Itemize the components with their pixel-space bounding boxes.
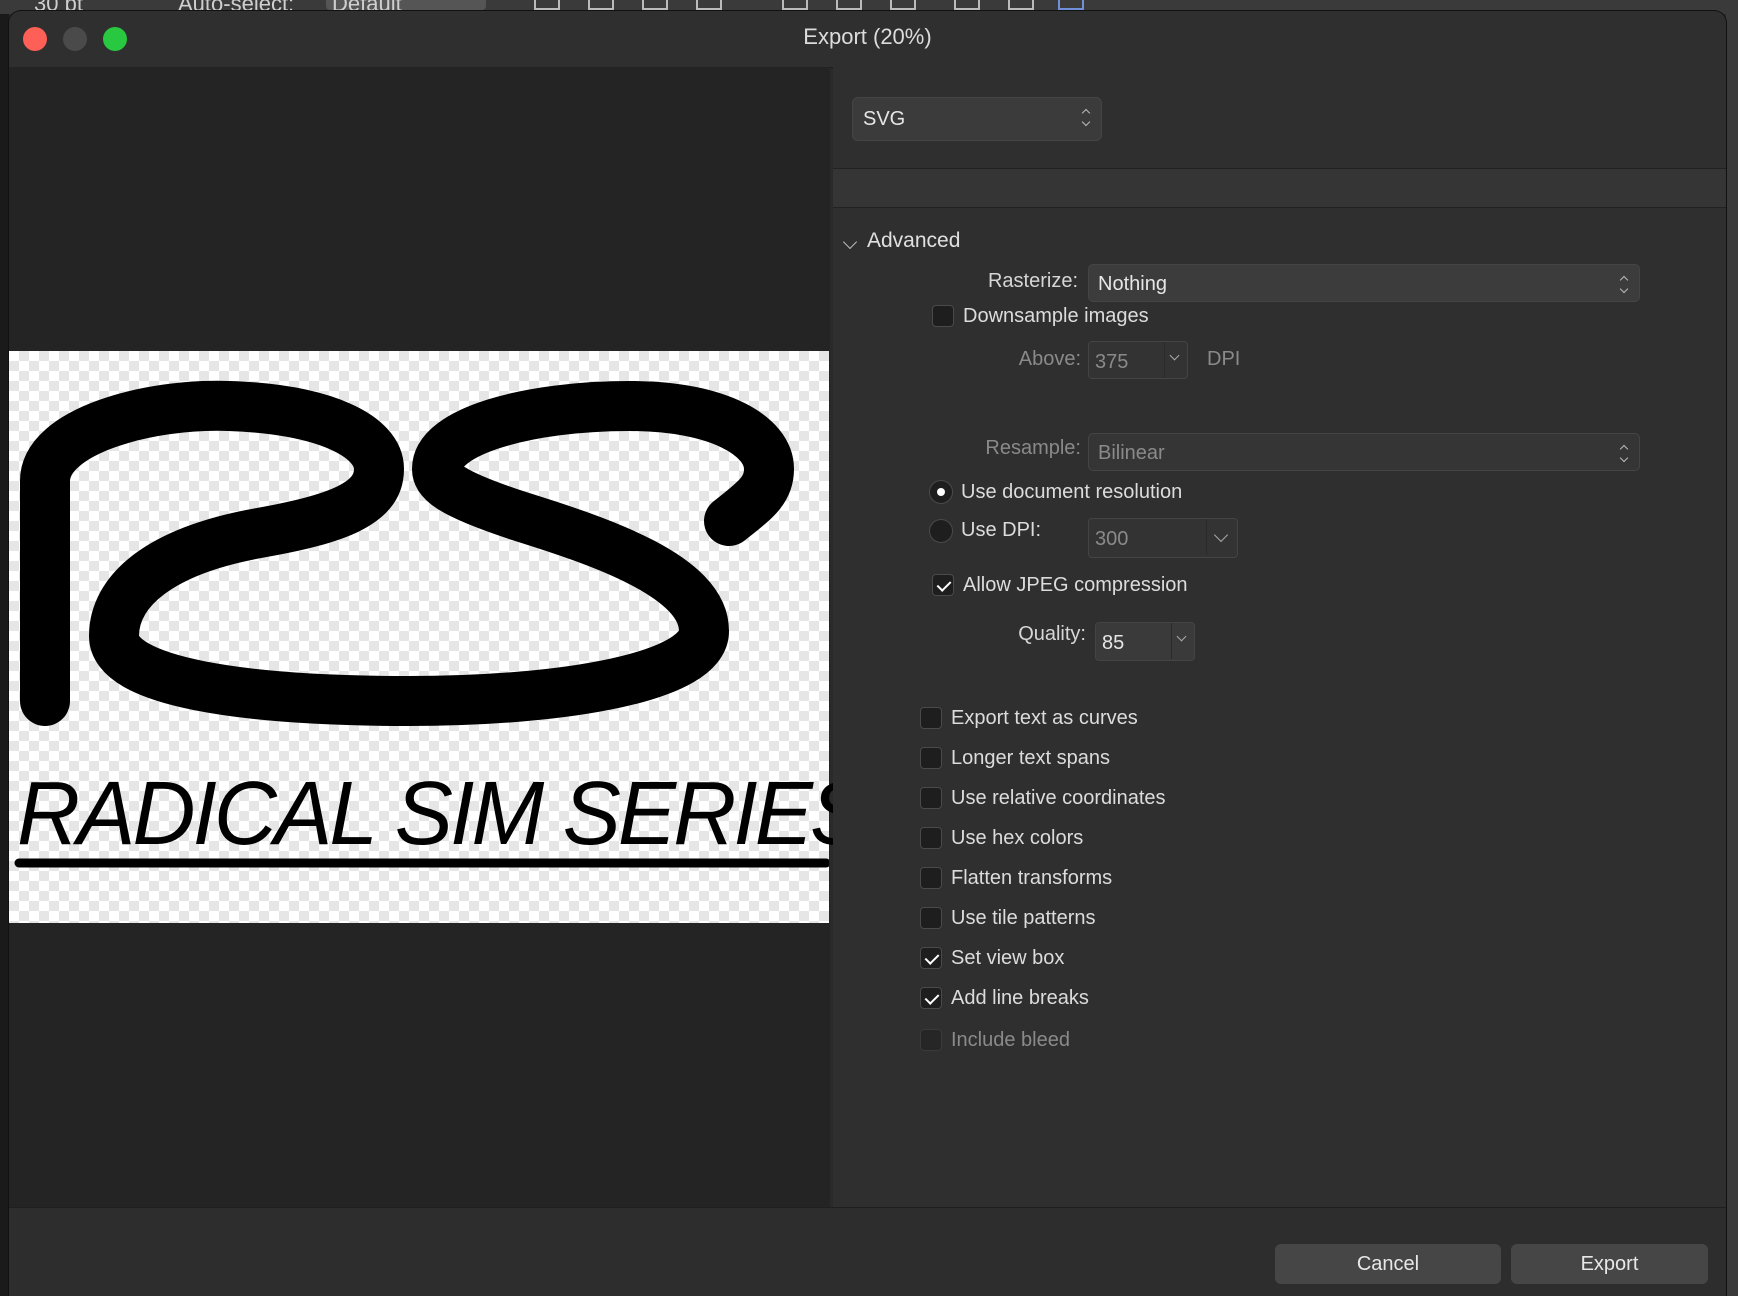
use-dpi-value: 300 [1095, 528, 1129, 550]
cancel-button[interactable]: Cancel [1275, 1244, 1501, 1284]
quality-combo[interactable]: 85 [1095, 622, 1195, 661]
toolbar-icon-9[interactable] [1008, 0, 1034, 10]
format-value: SVG [863, 108, 906, 130]
title-bar: Export (20%) [9, 11, 1726, 68]
background-app-left [0, 14, 9, 1296]
resample-value: Bilinear [1098, 442, 1165, 464]
chevron-updown-icon [1081, 107, 1091, 131]
dialog-title: Export (20%) [803, 24, 932, 49]
chevron-updown-icon [1619, 443, 1629, 467]
option-label: Flatten transforms [951, 867, 1113, 889]
export-dialog: Export (20%) RADICAL SIM SERIES SVG Adva… [9, 11, 1726, 1296]
option-label: Export text as curves [951, 707, 1138, 729]
toolbar-icon-3[interactable] [642, 0, 668, 10]
option-label: Include bleed [951, 1029, 1070, 1051]
resample-label: Resample: [985, 437, 1081, 459]
use-dpi-combo[interactable]: 300 [1088, 518, 1238, 558]
option-label: Set view box [951, 947, 1065, 969]
option-checkbox[interactable] [920, 787, 942, 809]
background-app-right [1726, 14, 1738, 1296]
logo-wordmark: RADICAL SIM SERIES [17, 764, 868, 864]
allow-jpeg-compression-label: Allow JPEG compression [963, 574, 1188, 596]
quality-value: 85 [1102, 632, 1125, 654]
option-label: Use tile patterns [951, 907, 1096, 929]
toolbar-icon-5[interactable] [782, 0, 808, 10]
option-label: Longer text spans [951, 747, 1110, 769]
chevron-down-icon [842, 234, 858, 250]
option-checkbox[interactable] [920, 827, 942, 849]
downsample-images-label: Downsample images [963, 305, 1149, 327]
use-dpi-radio[interactable] [929, 519, 953, 543]
toolbar-icon-2[interactable] [588, 0, 614, 10]
chevron-down-icon [1164, 342, 1187, 378]
rasterize-label: Rasterize: [987, 270, 1078, 292]
use-document-resolution-label: Use document resolution [961, 481, 1183, 503]
use-dpi-label: Use DPI: [961, 519, 1042, 541]
use-document-resolution-radio[interactable] [929, 480, 953, 504]
rasterize-value: Nothing [1098, 273, 1167, 295]
toolbar-icon-10[interactable] [1058, 0, 1084, 10]
toolbar-icon-8[interactable] [954, 0, 980, 10]
dialog-footer: Cancel Export [9, 1207, 1726, 1296]
rasterize-select[interactable]: Nothing [1088, 264, 1640, 302]
option-checkbox[interactable] [920, 747, 942, 769]
option-checkbox[interactable] [920, 707, 942, 729]
option-label: Add line breaks [951, 987, 1089, 1009]
toolbar-icon-7[interactable] [890, 0, 916, 10]
advanced-label: Advanced [867, 229, 961, 252]
option-checkbox[interactable] [920, 947, 942, 969]
option-checkbox[interactable] [920, 907, 942, 929]
export-button[interactable]: Export [1511, 1244, 1708, 1284]
toolbar-icon-6[interactable] [836, 0, 862, 10]
chevron-updown-icon [1619, 274, 1629, 298]
option-label: Use hex colors [951, 827, 1084, 849]
auto-select-dropdown[interactable]: Default [326, 0, 486, 14]
option-checkbox[interactable] [920, 987, 942, 1009]
resample-select[interactable]: Bilinear [1088, 433, 1640, 471]
preset-bar [833, 168, 1726, 208]
export-settings-panel: SVG Advanced Rasterize: Nothing Downsamp… [833, 67, 1726, 1207]
export-preview: RADICAL SIM SERIES [9, 67, 868, 1207]
option-checkbox[interactable] [920, 1029, 942, 1051]
above-dpi-value: 375 [1095, 351, 1129, 373]
above-label: Above: [1018, 348, 1081, 370]
dpi-unit-label: DPI [1207, 348, 1241, 370]
preview-canvas: RADICAL SIM SERIES [9, 351, 868, 923]
above-dpi-combo[interactable]: 375 [1088, 341, 1188, 379]
chevron-down-icon [1206, 519, 1237, 555]
toolbar-icon-1[interactable] [534, 0, 560, 10]
chevron-down-icon [1171, 623, 1194, 659]
toolbar-icon-4[interactable] [696, 0, 722, 10]
quality-label: Quality: [1018, 623, 1086, 645]
option-checkbox[interactable] [920, 867, 942, 889]
option-label: Use relative coordinates [951, 787, 1166, 809]
format-select[interactable]: SVG [852, 97, 1102, 141]
downsample-images-checkbox[interactable] [932, 305, 954, 327]
allow-jpeg-compression-checkbox[interactable] [932, 574, 954, 596]
